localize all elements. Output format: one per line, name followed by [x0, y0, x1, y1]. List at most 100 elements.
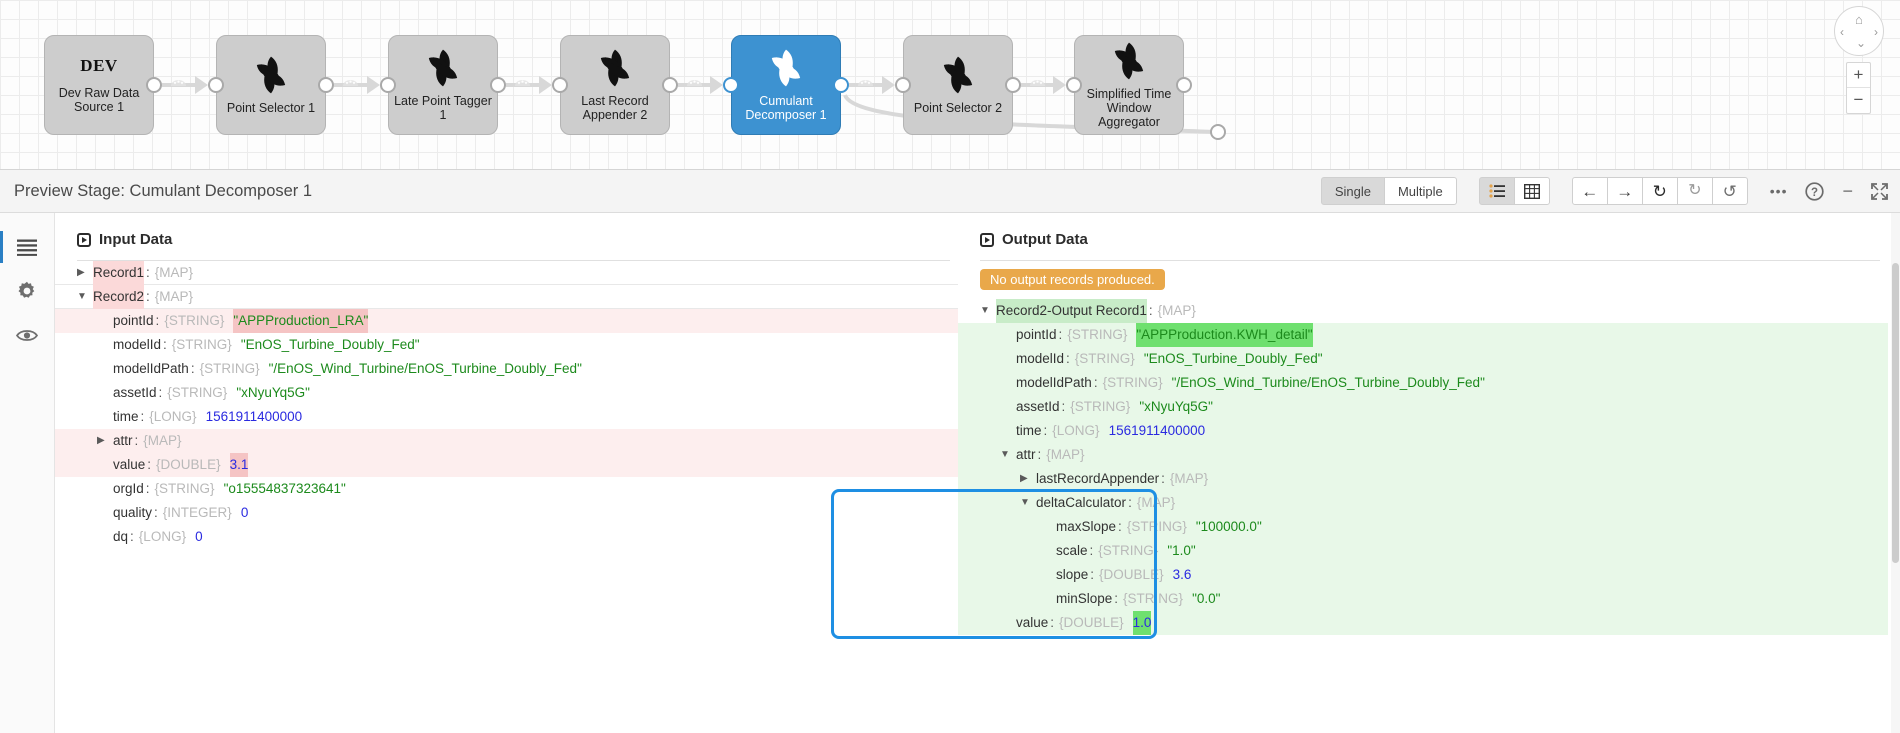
caret-down-icon[interactable]: ▼ — [77, 285, 90, 309]
pipeline-node-late-point-tagger-1[interactable]: Late Point Tagger 1 — [388, 35, 498, 135]
step-forward-button[interactable]: → — [1607, 177, 1643, 205]
input-row-record2[interactable]: ▼Record2:{MAP} — [55, 285, 958, 309]
tab-multiple[interactable]: Multiple — [1384, 177, 1457, 205]
step-back-button[interactable]: ← — [1572, 177, 1608, 205]
table-view-button[interactable] — [1514, 177, 1550, 205]
node-input-port[interactable] — [895, 77, 911, 93]
node-output-port[interactable] — [1005, 77, 1021, 93]
field-key: attr — [113, 429, 133, 453]
maximize-button[interactable] — [1871, 183, 1888, 200]
list-view-button[interactable] — [1479, 177, 1515, 205]
sidebar-item-settings[interactable] — [0, 269, 54, 313]
node-output-port[interactable] — [662, 77, 678, 93]
output-row-out-field-scale[interactable]: scale:{STRING}"1.0" — [958, 539, 1888, 563]
output-row-output-record2[interactable]: ▼Record2-Output Record1:{MAP} — [958, 299, 1888, 323]
canvas-pan-control[interactable]: ‹ › ⌂ ⌄ — [1834, 6, 1884, 56]
caret-right-icon[interactable]: ▶ — [1020, 467, 1033, 491]
output-row-out-field-modelid[interactable]: modelId:{STRING}"EnOS_Turbine_Doubly_Fed… — [958, 347, 1888, 371]
sidebar-item-monitor[interactable] — [0, 313, 54, 357]
node-label: Dev Raw Data Source 1 — [55, 86, 144, 114]
output-row-out-field-slope[interactable]: slope:{DOUBLE}3.6 — [958, 563, 1888, 587]
input-row-field-modelidpath[interactable]: modelIdPath:{STRING}"/EnOS_Wind_Turbine/… — [55, 357, 958, 381]
pipeline-node-last-record-appender-2[interactable]: Last Record Appender 2 — [560, 35, 670, 135]
node-output-port[interactable] — [318, 77, 334, 93]
pipeline-node-point-selector-2[interactable]: Point Selector 2 — [903, 35, 1013, 135]
output-row-out-field-minslope[interactable]: minSlope:{STRING}"0.0" — [958, 587, 1888, 611]
input-row-field-value[interactable]: value:{DOUBLE}3.1 — [55, 453, 958, 477]
help-button[interactable]: ? — [1805, 182, 1824, 201]
pipeline-node-simplified-time-window-aggregator[interactable]: Simplified Time Window Aggregator — [1074, 35, 1184, 135]
node-output-port[interactable] — [1176, 77, 1192, 93]
input-row-field-quality[interactable]: quality:{INTEGER}0 — [55, 501, 958, 525]
input-row-field-time[interactable]: time:{LONG}1561911400000 — [55, 405, 958, 429]
node-output-port[interactable] — [146, 77, 162, 93]
input-row-field-orgid[interactable]: orgId:{STRING}"o15554837323641" — [55, 477, 958, 501]
pipeline-node-dev-raw-data-source-1[interactable]: DEVDev Raw Data Source 1 — [44, 35, 154, 135]
pipeline-node-point-selector-1[interactable]: Point Selector 1 — [216, 35, 326, 135]
pipeline-node-cumulant-decomposer-1[interactable]: Cumulant Decomposer 1 — [731, 35, 841, 135]
tab-single[interactable]: Single — [1321, 177, 1385, 205]
node-input-port[interactable] — [208, 77, 224, 93]
field-colon: : — [1094, 371, 1098, 395]
output-row-out-field-pointid[interactable]: pointId:{STRING}"APPProduction.KWH_detai… — [958, 323, 1888, 347]
more-options-button[interactable]: ••• — [1770, 183, 1788, 199]
header-controls: Single Multiple — [1321, 177, 1900, 205]
minimize-button[interactable]: − — [1842, 181, 1853, 202]
node-output-port[interactable] — [833, 77, 849, 93]
node-output-port[interactable] — [490, 77, 506, 93]
output-row-out-field-value[interactable]: value:{DOUBLE}1.0 — [958, 611, 1888, 635]
edge-arrowhead — [710, 76, 723, 94]
node-label: Point Selector 2 — [910, 101, 1006, 115]
field-colon: : — [1118, 515, 1122, 539]
pan-down-icon[interactable]: ⌄ — [1856, 37, 1866, 49]
pan-left-icon[interactable]: ‹ — [1840, 26, 1844, 38]
field-key: modelId — [113, 333, 161, 357]
output-row-out-field-assetid[interactable]: assetId:{STRING}"xNyuYq5G" — [958, 395, 1888, 419]
table-icon — [1524, 184, 1540, 199]
output-row-out-field-modelidpath[interactable]: modelIdPath:{STRING}"/EnOS_Wind_Turbine/… — [958, 371, 1888, 395]
output-row-out-field-maxslope[interactable]: maxSlope:{STRING}"100000.0" — [958, 515, 1888, 539]
input-row-field-attr[interactable]: ▶attr:{MAP} — [55, 429, 958, 453]
caret-right-icon[interactable]: ▶ — [97, 429, 110, 453]
field-value: "APPProduction_LRA" — [233, 309, 368, 333]
run-button[interactable]: ↻ — [1642, 177, 1678, 205]
input-row-field-modelid[interactable]: modelId:{STRING}"EnOS_Turbine_Doubly_Fed… — [55, 333, 958, 357]
field-key: attr — [1016, 443, 1036, 467]
output-row-out-field-time[interactable]: time:{LONG}1561911400000 — [958, 419, 1888, 443]
pan-right-icon[interactable]: › — [1874, 26, 1878, 38]
field-key: orgId — [113, 477, 144, 501]
field-value: 1561911400000 — [1109, 419, 1206, 443]
sidebar-item-records[interactable] — [0, 225, 54, 269]
output-divider — [980, 260, 1880, 261]
caret-down-icon[interactable]: ▼ — [1000, 443, 1013, 467]
node-input-port[interactable] — [552, 77, 568, 93]
action-button-group[interactable]: ← → ↻ ↻ ↺ — [1572, 177, 1748, 205]
node-input-port[interactable] — [1066, 77, 1082, 93]
caret-down-icon[interactable]: ▼ — [980, 299, 993, 323]
vertical-scrollbar[interactable] — [1891, 213, 1900, 733]
zoom-out-button[interactable]: − — [1847, 88, 1870, 113]
output-row-out-field-deltacalculator[interactable]: ▼deltaCalculator:{MAP} — [958, 491, 1888, 515]
output-row-out-field-attr[interactable]: ▼attr:{MAP} — [958, 443, 1888, 467]
input-row-field-dq[interactable]: dq:{LONG}0 — [55, 525, 958, 549]
node-input-port[interactable] — [380, 77, 396, 93]
input-row-field-assetid[interactable]: assetId:{STRING}"xNyuYq5G" — [55, 381, 958, 405]
zoom-in-button[interactable]: + — [1847, 63, 1870, 88]
view-toggle-group[interactable] — [1479, 177, 1550, 205]
edge-badge — [685, 73, 704, 88]
pan-home-icon[interactable]: ⌂ — [1855, 13, 1863, 26]
input-row-record1[interactable]: ▶Record1:{MAP} — [55, 261, 958, 285]
run-multiple-button[interactable]: ↻ — [1677, 177, 1713, 205]
caret-down-icon[interactable]: ▼ — [1020, 491, 1033, 515]
mode-toggle-group[interactable]: Single Multiple — [1321, 177, 1457, 205]
node-input-port[interactable] — [723, 77, 739, 93]
pinwheel-icon — [423, 48, 463, 88]
input-row-field-pointid[interactable]: pointId:{STRING}"APPProduction_LRA" — [55, 309, 958, 333]
pipeline-canvas[interactable]: DEVDev Raw Data Source 1 Point Selector 1… — [0, 0, 1900, 169]
reset-button[interactable]: ↺ — [1712, 177, 1748, 205]
scrollbar-thumb[interactable] — [1892, 263, 1899, 563]
canvas-zoom-control[interactable]: + − — [1846, 62, 1871, 114]
caret-right-icon[interactable]: ▶ — [77, 261, 90, 285]
edge-data-icon — [341, 73, 360, 88]
output-row-out-field-lastrecordappender[interactable]: ▶lastRecordAppender:{MAP} — [958, 467, 1888, 491]
